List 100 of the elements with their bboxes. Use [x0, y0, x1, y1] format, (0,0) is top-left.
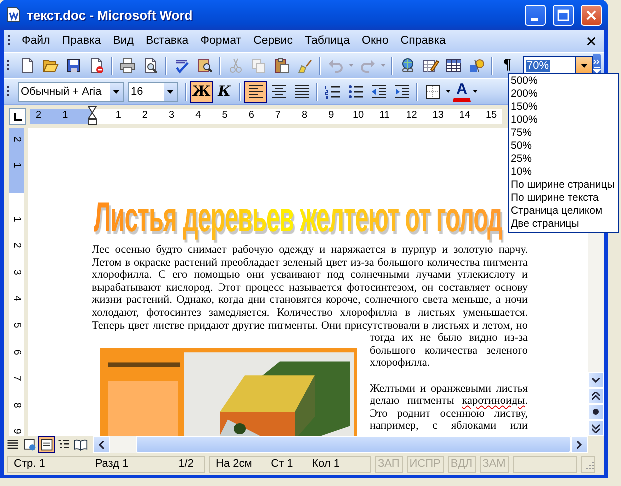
ruler-number: 7	[274, 110, 282, 121]
zoom-option[interactable]: 500%	[509, 75, 618, 88]
grip-icon	[7, 58, 10, 72]
bold-button[interactable]: Ж	[190, 80, 213, 102]
scroll-left-button[interactable]	[93, 436, 110, 453]
undo-arrow-icon	[328, 58, 344, 74]
menu-item[interactable]: Вставка	[140, 33, 194, 49]
bulleted-list-icon	[348, 84, 364, 100]
body-text-line: Лес осенью будто снимает рабочую одежду и наряжается в пурпур и золотую парчу.	[92, 244, 528, 257]
ruler-number: 1	[11, 162, 22, 171]
grip-icon	[7, 84, 10, 98]
table-icon	[446, 58, 462, 74]
caret-icon	[580, 64, 588, 68]
zoom-option[interactable]: 100%	[509, 114, 618, 127]
show-formatting-button[interactable]: ¶	[496, 54, 519, 76]
ruler-number: 4	[11, 295, 22, 304]
open-book-icon	[74, 438, 88, 452]
ruler-number: 2	[35, 110, 43, 121]
ruler-number: 2	[141, 110, 149, 121]
zoom-value: 70%	[526, 60, 550, 72]
zoom-option[interactable]: 50%	[509, 140, 618, 153]
scroll-right-button[interactable]	[571, 436, 588, 453]
ruler-number: 6	[248, 110, 256, 121]
zoom-option[interactable]: По ширине страницы	[509, 179, 618, 192]
indent-icon	[394, 84, 410, 100]
horizontal-ruler[interactable]: 2 1 1 2 3 4 5 6 7 8 9 10 11 12 13 14 15	[30, 109, 502, 124]
clipboard-icon	[274, 58, 290, 74]
scroll-down-button[interactable]	[588, 372, 604, 388]
italic-button[interactable]: К	[213, 80, 236, 102]
zoom-option[interactable]: 75%	[509, 127, 618, 140]
menu-item[interactable]: Вид	[108, 33, 139, 49]
menu-item[interactable]: Окно	[357, 33, 394, 49]
dropdown-button[interactable]	[164, 82, 177, 100]
numbered-list-icon	[324, 84, 340, 100]
align-icon	[248, 84, 264, 100]
body-text-line: Это роднит осеннюю листву,	[370, 408, 528, 420]
browse-object-button[interactable]	[588, 404, 604, 420]
ruler-number: 12	[406, 110, 416, 121]
ruler-number: 9	[11, 428, 22, 437]
dropdown-button[interactable]	[110, 82, 123, 100]
align-left-button[interactable]	[244, 80, 267, 102]
caret-icon[interactable]	[473, 90, 478, 93]
double-up-arrow-icon	[592, 392, 600, 400]
body-text-line: Теперь цвет листве придают другие пигменты. Они присутствовали в листьях и летом, но	[92, 320, 528, 332]
caret-icon[interactable]	[446, 90, 451, 93]
zoom-option[interactable]: Две страницы	[509, 218, 618, 231]
pages-icon	[250, 58, 266, 74]
close-icon[interactable]	[587, 36, 596, 46]
menu-item[interactable]: Формат	[196, 33, 247, 49]
pencil-icon	[422, 58, 438, 74]
minimize-button[interactable]	[525, 4, 546, 26]
zoom-option[interactable]: Страница целиком	[509, 205, 618, 218]
body-text-line: тогда их не было видно из-за	[370, 332, 528, 345]
ruler-number: 11	[380, 110, 390, 121]
close-button[interactable]	[581, 4, 602, 26]
font-size-combo[interactable]: 16	[128, 82, 178, 102]
ruler-number: 14	[459, 110, 470, 121]
zoom-option[interactable]: 25%	[509, 153, 618, 166]
align-icon	[270, 84, 286, 100]
menu-item[interactable]: Файл	[17, 33, 56, 49]
menu-item[interactable]: Сервис	[248, 33, 298, 49]
folder-icon	[42, 58, 58, 74]
grid-icon	[424, 84, 440, 100]
page-icon	[20, 58, 36, 74]
ruler-number: 8	[301, 110, 309, 121]
menu-item[interactable]: Правка	[57, 33, 106, 49]
body-text-line: Желтыми и оранжевыми листья	[370, 382, 528, 396]
indent-marker-icon[interactable]	[88, 106, 97, 126]
zoom-option[interactable]: 150%	[509, 101, 618, 114]
outdent-icon	[370, 84, 386, 100]
document-icon	[6, 7, 22, 23]
menu-item[interactable]: Таблица	[300, 33, 356, 49]
print-layout-button[interactable]	[38, 436, 55, 453]
ruler-number: 4	[194, 110, 202, 121]
maximize-button[interactable]	[553, 4, 574, 26]
ruler-number: 5	[221, 110, 229, 121]
dropdown-button[interactable]	[575, 56, 592, 74]
previous-page-button[interactable]	[588, 388, 604, 404]
zoom-combo[interactable]: 70%	[523, 56, 593, 76]
align-icon	[294, 84, 310, 100]
tab-selector[interactable]	[9, 108, 26, 125]
ruler-number: 3	[11, 268, 22, 278]
printer-icon	[120, 58, 136, 74]
style-combo[interactable]: Обычный + Aria	[18, 82, 124, 102]
zoom-option[interactable]: По ширине текста	[509, 192, 618, 205]
ruler-number: 1	[62, 110, 70, 121]
status-panel	[512, 456, 577, 472]
next-page-button[interactable]	[588, 420, 604, 436]
globe-icon	[400, 58, 416, 74]
menu-item[interactable]: Справка	[396, 33, 451, 49]
ruler-number: 13	[432, 110, 443, 121]
scissors-icon	[228, 58, 244, 74]
zoom-option[interactable]: 200%	[509, 88, 618, 101]
status-field: На 2см	[216, 458, 252, 470]
caret-icon	[167, 90, 174, 94]
zoom-option[interactable]: 10%	[509, 166, 618, 179]
body-text-line: вырабатывают кислород. Этот процесс называется фотосинтезом, он составляет основу	[92, 282, 528, 294]
grip-icon	[8, 34, 11, 48]
vertical-ruler[interactable]: 2 1 1 2 3 4 5 6 7 8 9	[8, 128, 24, 436]
ruler-number: 1	[114, 110, 122, 121]
